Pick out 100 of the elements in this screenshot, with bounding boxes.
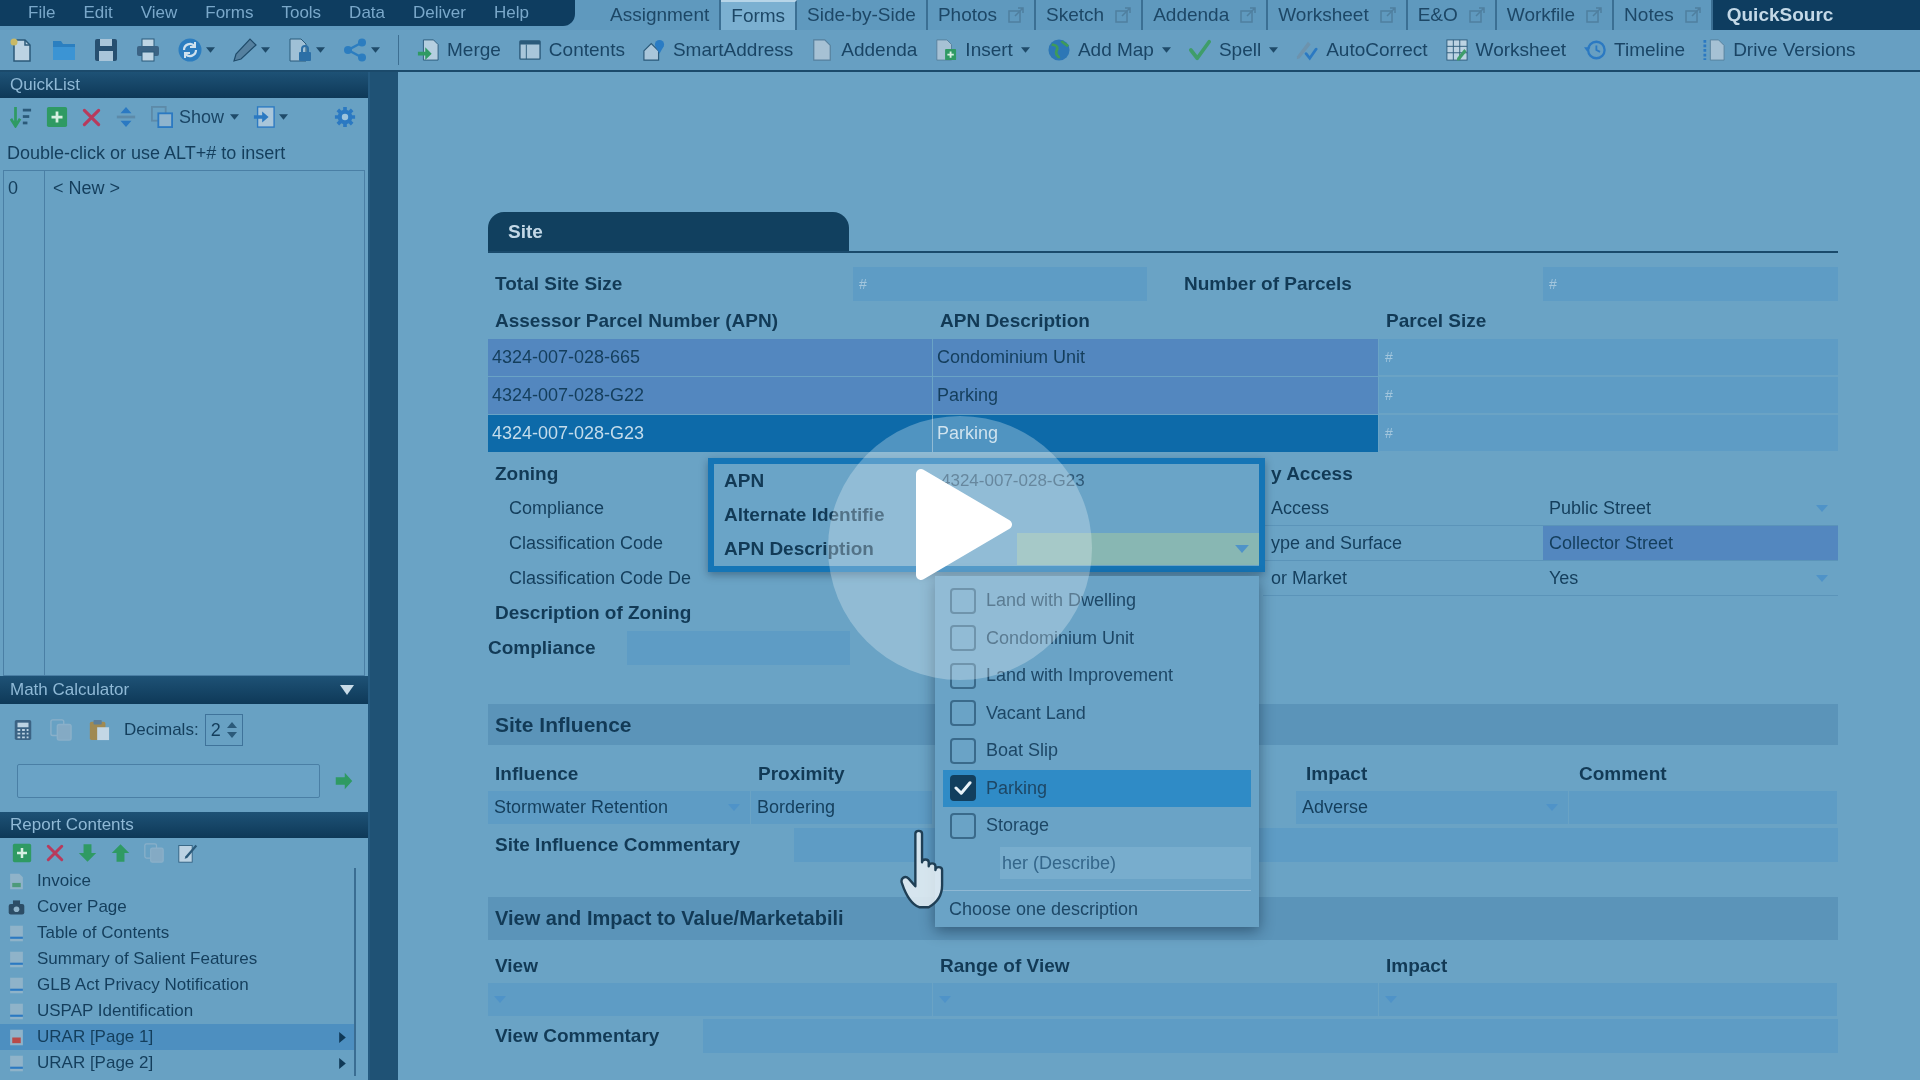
- tab[interactable]: QuickSourc: [1712, 0, 1920, 30]
- folder-icon[interactable]: [52, 38, 76, 62]
- list-option[interactable]: her (Describe): [943, 844, 1251, 882]
- menu-item[interactable]: View: [140, 3, 178, 23]
- input-field[interactable]: Bordering: [751, 791, 933, 824]
- toolbar-button[interactable]: Timeline: [1584, 39, 1686, 61]
- collapse-arrow-icon[interactable]: [340, 685, 354, 695]
- list-option[interactable]: Land with Improvement: [943, 657, 1251, 695]
- menu-item[interactable]: File: [28, 3, 56, 23]
- checkbox[interactable]: [950, 587, 976, 614]
- spin-up-icon[interactable]: [226, 722, 237, 728]
- new-document-icon[interactable]: [10, 38, 34, 62]
- caret-icon[interactable]: [279, 114, 289, 120]
- dropdown-field[interactable]: Adverse: [1296, 791, 1569, 824]
- dropdown-field[interactable]: Yes: [1543, 561, 1838, 596]
- add-icon[interactable]: [12, 843, 32, 863]
- up-down-arrows-icon[interactable]: [115, 106, 137, 128]
- input-field[interactable]: Collector Street: [1543, 526, 1838, 561]
- popout-icon[interactable]: [1008, 7, 1025, 23]
- sort-icon[interactable]: [10, 106, 32, 128]
- edit-icon[interactable]: [178, 843, 198, 863]
- toolbar-button[interactable]: Worksheet: [1445, 39, 1567, 61]
- report-item[interactable]: Table of Contents: [0, 920, 354, 946]
- show-button[interactable]: Show: [151, 106, 240, 128]
- input-field[interactable]: #: [1379, 339, 1838, 376]
- list-option[interactable]: Storage: [943, 807, 1251, 845]
- input-field[interactable]: #: [1379, 415, 1838, 452]
- copy-icon[interactable]: [50, 719, 72, 741]
- arrow-right-icon[interactable]: [334, 772, 354, 790]
- report-item[interactable]: GLB Act Privacy Notification: [0, 972, 354, 998]
- toolbar-button[interactable]: Merge: [417, 39, 501, 61]
- popout-icon[interactable]: [1586, 7, 1603, 23]
- toolbar-button[interactable]: AutoCorrect: [1296, 39, 1428, 61]
- decimals-spinner[interactable]: 2: [204, 714, 243, 746]
- share-icon[interactable]: [343, 38, 367, 62]
- menu-item[interactable]: Tools: [281, 3, 322, 23]
- list-option[interactable]: Condominium Unit: [943, 619, 1251, 657]
- dropdown-field[interactable]: [488, 983, 933, 1016]
- report-item[interactable]: Cover Page: [0, 894, 354, 920]
- checkbox[interactable]: [950, 812, 976, 839]
- popout-icon[interactable]: [1379, 7, 1396, 23]
- menu-item[interactable]: Data: [349, 3, 386, 23]
- text-field[interactable]: her (Describe): [1000, 847, 1251, 880]
- menu-item[interactable]: Edit: [83, 3, 113, 23]
- input-field[interactable]: #: [1379, 377, 1838, 414]
- delete-icon[interactable]: [46, 844, 64, 862]
- section-tab[interactable]: Site: [488, 212, 849, 251]
- caret-icon[interactable]: [261, 47, 270, 53]
- toolbar-button[interactable]: SmartAddress: [642, 39, 794, 61]
- list-option[interactable]: Parking: [943, 769, 1251, 807]
- clipboard-icon[interactable]: [88, 719, 110, 741]
- sync-icon[interactable]: [178, 38, 202, 62]
- menu-item[interactable]: Deliver: [413, 3, 466, 23]
- arrow-up-icon[interactable]: [111, 843, 130, 863]
- toolbar-button[interactable]: Addenda: [811, 39, 918, 61]
- checkbox[interactable]: [950, 775, 976, 802]
- add-icon[interactable]: [46, 106, 68, 128]
- toolbar-button[interactable]: Spell: [1188, 39, 1279, 61]
- caret-icon[interactable]: [371, 47, 380, 53]
- toolbar-button[interactable]: Add Map: [1047, 39, 1171, 61]
- calculator-icon[interactable]: [12, 719, 34, 741]
- checkbox[interactable]: [950, 737, 976, 764]
- caret-icon[interactable]: [316, 47, 325, 53]
- delete-icon[interactable]: [82, 107, 101, 127]
- report-item[interactable]: Invoice: [0, 868, 354, 894]
- caret-icon[interactable]: [206, 47, 215, 53]
- settings-icon[interactable]: [334, 106, 356, 128]
- input-field[interactable]: #: [1543, 267, 1838, 301]
- popout-icon[interactable]: [1468, 7, 1485, 23]
- arrow-down-icon[interactable]: [78, 843, 97, 863]
- save-icon[interactable]: [94, 38, 118, 62]
- list-item[interactable]: < New >: [45, 171, 364, 205]
- dropdown-field[interactable]: [1017, 533, 1259, 565]
- toolbar-button[interactable]: Drive Versions: [1703, 39, 1856, 61]
- input-field[interactable]: #: [853, 267, 1147, 301]
- checkbox[interactable]: [950, 625, 976, 652]
- menu-item[interactable]: Forms: [205, 3, 254, 23]
- toolbar-button[interactable]: Insert: [935, 39, 1030, 61]
- report-item[interactable]: URAR [Page 2]: [0, 1050, 354, 1076]
- menu-item[interactable]: Help: [493, 3, 529, 23]
- report-item[interactable]: URAR [Page 1]: [0, 1024, 354, 1050]
- dropdown-field[interactable]: [1379, 983, 1838, 1016]
- document-lock-icon[interactable]: [288, 38, 312, 62]
- tab[interactable]: Forms: [721, 0, 798, 30]
- spin-down-icon[interactable]: [226, 732, 237, 738]
- report-item[interactable]: USPAP Identification: [0, 998, 354, 1024]
- printer-icon[interactable]: [136, 38, 160, 62]
- checkbox[interactable]: [950, 662, 976, 689]
- dropdown-field[interactable]: Stormwater Retention: [488, 791, 751, 824]
- popout-icon[interactable]: [1684, 7, 1701, 23]
- list-option[interactable]: Land with Dwelling: [943, 582, 1251, 620]
- popout-icon[interactable]: [1115, 7, 1132, 23]
- toolbar-button[interactable]: Contents: [518, 39, 625, 61]
- popout-icon[interactable]: [1240, 7, 1257, 23]
- report-item[interactable]: Summary of Salient Features: [0, 946, 354, 972]
- calculator-input[interactable]: [17, 764, 320, 798]
- checkbox[interactable]: [950, 700, 976, 727]
- dropdown-field[interactable]: [933, 983, 1379, 1016]
- pen-icon[interactable]: [233, 38, 257, 62]
- copy-icon[interactable]: [144, 843, 164, 863]
